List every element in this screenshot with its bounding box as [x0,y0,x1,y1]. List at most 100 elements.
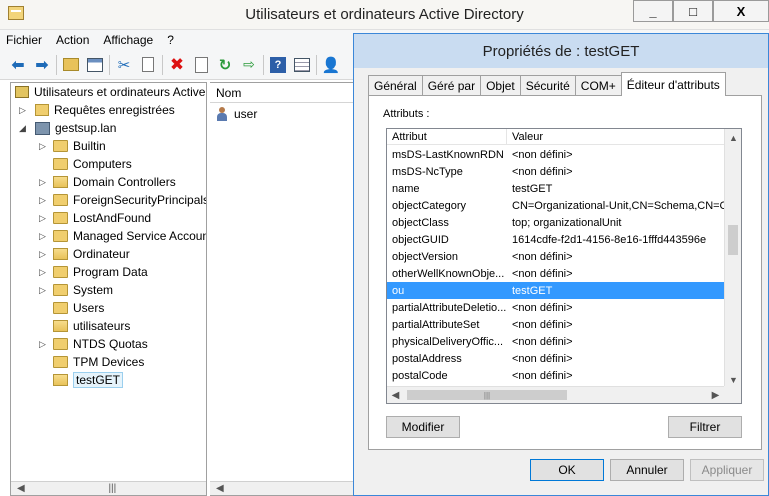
menu-action[interactable]: Action [56,33,89,47]
expand-icon[interactable]: ▷ [39,339,47,350]
tab-com-plus[interactable]: COM+ [574,75,622,96]
menu-affichage[interactable]: Affichage [103,33,153,47]
attribute-row[interactable]: objectGUID 1614cdfe-f2d1-4156-8e16-1fffd4… [387,231,725,248]
list-horizontal-scrollbar[interactable]: ◀ [210,481,355,495]
refresh-icon: ↻ [218,56,232,74]
column-header-value[interactable]: Valeur [507,129,543,144]
maximize-button[interactable]: □ [673,0,713,22]
attribute-row[interactable]: objectClass top; organizationalUnit [387,214,725,231]
tab-general[interactable]: Général [368,75,423,96]
expand-icon[interactable]: ▷ [19,105,27,116]
list-pane[interactable]: Nom user ◀ [210,82,355,496]
tree-item-tpm-devices[interactable]: TPM Devices [53,353,144,371]
tree-item-program-data[interactable]: ▷ Program Data [39,263,148,281]
tree-item-system[interactable]: ▷ System [39,281,114,299]
attribute-row[interactable]: ou testGET [387,282,725,299]
title-bar: Utilisateurs et ordinateurs Active Direc… [0,0,769,30]
expand-icon[interactable]: ▷ [39,249,47,260]
menu-fichier[interactable]: Fichier [6,33,42,47]
tree-item-managed-service[interactable]: ▷ Managed Service Accounts [39,227,206,245]
tree-item-domain[interactable]: ◢ gestsup.lan [19,119,117,137]
attribute-row[interactable]: postalAddress <non défini> [387,350,725,367]
show-tree-button[interactable] [85,55,105,75]
tree-item-domain-controllers[interactable]: ▷ Domain Controllers [39,173,176,191]
paste-button[interactable] [138,55,158,75]
help-button[interactable]: ? [268,55,288,75]
up-level-button[interactable] [61,55,81,75]
tree-item-testget[interactable]: testGET [53,371,124,389]
collapse-icon[interactable]: ◢ [19,123,27,134]
expand-icon[interactable]: ▷ [39,285,47,296]
apply-button[interactable]: Appliquer [690,459,764,481]
attribute-row[interactable]: partialAttributeSet <non défini> [387,316,725,333]
tree-label: System [73,283,114,297]
scroll-left-icon[interactable]: ◀ [387,387,404,403]
tree-item-users[interactable]: Users [53,299,104,317]
list-item-label: user [234,107,258,121]
scroll-left-icon[interactable]: ◀ [216,483,224,494]
scroll-up-icon[interactable]: ▲ [725,129,741,146]
attribute-value: top; organizationalUnit [512,216,622,229]
ok-button[interactable]: OK [530,459,604,481]
list-item-user[interactable]: user [216,105,257,123]
scroll-right-icon[interactable]: ▶ [707,387,724,403]
filter-button[interactable]: Filtrer [668,416,742,438]
expand-icon[interactable]: ▷ [39,231,47,242]
expand-icon[interactable]: ▷ [39,177,47,188]
expand-icon[interactable]: ▷ [39,213,47,224]
tree-item-lostandfound[interactable]: ▷ LostAndFound [39,209,151,227]
attribute-value: <non défini> [512,352,573,365]
tree-item-saved-queries[interactable]: ▷ Requêtes enregistrées [19,101,175,119]
scroll-thumb-icon[interactable]: ||| [108,483,116,494]
attribute-row[interactable]: postalCode <non défini> [387,367,725,384]
tree-root[interactable]: Utilisateurs et ordinateurs Active [15,83,205,101]
tree-pane[interactable]: Utilisateurs et ordinateurs Active ▷ Req… [10,82,207,496]
new-user-button[interactable]: 👤 [321,55,341,75]
properties-button[interactable] [191,55,211,75]
expand-icon[interactable]: ▷ [39,267,47,278]
attribute-row[interactable]: name testGET [387,180,725,197]
attribute-name: msDS-LastKnownRDN [392,148,504,161]
tree-item-builtin[interactable]: ▷ Builtin [39,137,106,155]
column-header-attribute[interactable]: Attribut [387,129,507,144]
forward-button[interactable]: ➡ [32,55,52,75]
attribute-row[interactable]: objectCategory CN=Organizational-Unit,CN=… [387,197,725,214]
cancel-button[interactable]: Annuler [610,459,684,481]
attribute-row[interactable]: msDS-LastKnownRDN <non défini> [387,146,725,163]
attribute-horizontal-scrollbar[interactable]: ◀ ||| ▶ [387,386,741,403]
export-button[interactable]: ⇨ [239,55,259,75]
tab-security[interactable]: Sécurité [519,75,576,96]
scroll-thumb[interactable] [728,225,738,255]
expand-icon[interactable]: ▷ [39,195,47,206]
menu-help[interactable]: ? [167,33,174,47]
attribute-row[interactable]: msDS-NcType <non défini> [387,163,725,180]
refresh-button[interactable]: ↻ [215,55,235,75]
attribute-row[interactable]: objectVersion <non défini> [387,248,725,265]
column-header-nom[interactable]: Nom [210,83,355,103]
tree-label: gestsup.lan [55,121,117,135]
tree-horizontal-scrollbar[interactable]: ◀ ||| [11,481,206,495]
minimize-button[interactable]: _ [633,0,673,22]
scroll-thumb[interactable]: ||| [407,390,567,400]
delete-button[interactable]: ✖ [167,55,187,75]
tree-item-ntds-quotas[interactable]: ▷ NTDS Quotas [39,335,148,353]
expand-icon[interactable]: ▷ [39,141,47,152]
attribute-vertical-scrollbar[interactable]: ▲ ▼ [724,129,741,388]
attribute-row[interactable]: otherWellKnownObje... <non défini> [387,265,725,282]
view-button[interactable] [292,55,312,75]
back-button[interactable]: ⬅ [8,55,28,75]
tab-attribute-editor[interactable]: Éditeur d'attributs [620,72,726,96]
tree-item-computers[interactable]: Computers [53,155,132,173]
modify-button[interactable]: Modifier [386,416,460,438]
attribute-list[interactable]: Attribut Valeur msDS-LastKnownRDN <non dé… [386,128,742,404]
tree-item-foreign-security[interactable]: ▷ ForeignSecurityPrincipals [39,191,206,209]
tree-item-ordinateur[interactable]: ▷ Ordinateur [39,245,130,263]
close-button[interactable]: X [713,0,769,22]
cut-button[interactable]: ✂ [114,55,134,75]
scroll-left-icon[interactable]: ◀ [17,483,25,494]
attribute-row[interactable]: physicalDeliveryOffic... <non défini> [387,333,725,350]
tab-managed-by[interactable]: Géré par [421,75,482,96]
tab-object[interactable]: Objet [480,75,521,96]
attribute-row[interactable]: partialAttributeDeletio... <non défini> [387,299,725,316]
tree-item-utilisateurs[interactable]: utilisateurs [53,317,130,335]
